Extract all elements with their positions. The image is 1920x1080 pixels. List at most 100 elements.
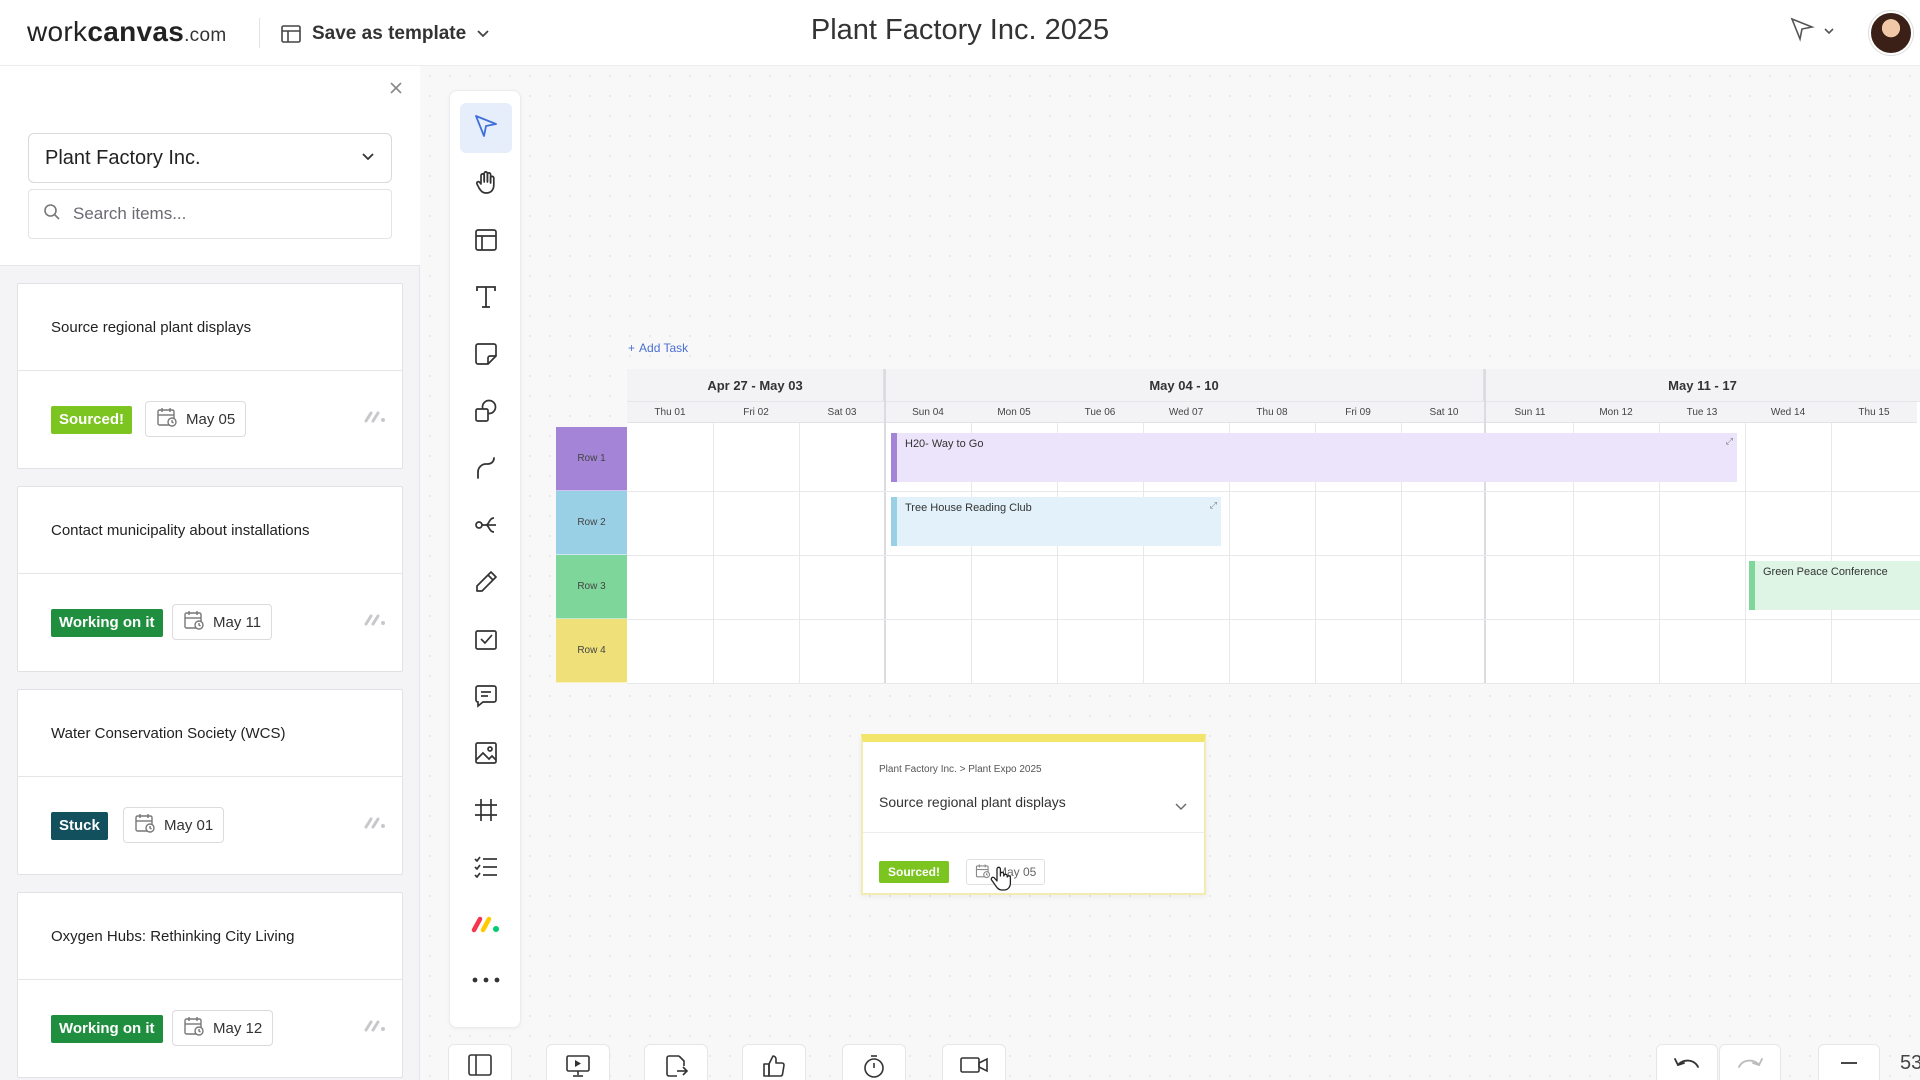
save-as-template-label: Save as template bbox=[312, 23, 467, 44]
image-tool[interactable] bbox=[460, 730, 512, 780]
sticky-note-tool[interactable] bbox=[460, 331, 512, 381]
chevron-down-icon[interactable] bbox=[1175, 798, 1187, 816]
task-name: Green Peace Conference bbox=[1763, 566, 1888, 578]
zoom-level[interactable]: 53 bbox=[1900, 1052, 1920, 1075]
items-panel: Plant Factory Inc. Source regional plant… bbox=[0, 66, 420, 1080]
share-button[interactable] bbox=[1789, 16, 1835, 47]
day-header: Thu 15 bbox=[1831, 402, 1917, 423]
status-badge[interactable]: Sourced! bbox=[879, 861, 950, 883]
shapes-tool[interactable] bbox=[460, 388, 512, 438]
present-button[interactable] bbox=[546, 1044, 610, 1080]
monday-integration-tool[interactable] bbox=[460, 901, 512, 951]
redo-button[interactable] bbox=[1719, 1044, 1781, 1080]
monday-logo-icon bbox=[363, 410, 387, 429]
date-chip[interactable]: May 01 bbox=[123, 807, 225, 843]
export-button[interactable] bbox=[644, 1044, 708, 1080]
task-name: Tree House Reading Club bbox=[905, 502, 1032, 514]
task-bar[interactable]: Green Peace Conference bbox=[1749, 561, 1920, 610]
items-panel-header: Plant Factory Inc. bbox=[0, 66, 420, 266]
row-label[interactable]: Row 4 bbox=[556, 619, 627, 683]
document-title[interactable]: Plant Factory Inc. 2025 bbox=[811, 14, 1109, 46]
list-tool[interactable] bbox=[460, 844, 512, 894]
presentation-icon bbox=[565, 1053, 591, 1080]
connector-tool[interactable] bbox=[460, 445, 512, 495]
workcanvas-logo[interactable]: workcanvas.com bbox=[27, 16, 226, 48]
row-label[interactable]: Row 1 bbox=[556, 427, 627, 491]
list-icon bbox=[472, 853, 500, 886]
timeline-widget[interactable]: Row 1 Row 2 Row 3 Row 4 Apr 27 - May 03 … bbox=[556, 369, 1920, 684]
more-tools-button[interactable] bbox=[460, 955, 512, 1005]
logo-suffix: .com bbox=[184, 25, 227, 46]
card-divider bbox=[863, 832, 1204, 833]
card-divider bbox=[18, 776, 402, 777]
hand-tool[interactable] bbox=[460, 160, 512, 210]
date-chip[interactable]: May 12 bbox=[172, 1010, 274, 1046]
tool-bar bbox=[449, 90, 521, 1028]
week-header: May 04 - 10 bbox=[885, 369, 1485, 402]
status-badge[interactable]: Working on it bbox=[51, 609, 163, 637]
checkbox-tool[interactable] bbox=[460, 616, 512, 666]
chevron-down-icon bbox=[1823, 23, 1835, 41]
pointer-tool[interactable] bbox=[460, 103, 512, 153]
save-as-template-button[interactable]: Save as template bbox=[280, 18, 490, 50]
vote-button[interactable] bbox=[742, 1044, 806, 1080]
week-header: May 11 - 17 bbox=[1485, 369, 1920, 402]
video-call-button[interactable] bbox=[942, 1044, 1006, 1080]
export-file-icon bbox=[663, 1053, 689, 1080]
comment-tool[interactable] bbox=[460, 673, 512, 723]
redo-icon bbox=[1735, 1053, 1765, 1078]
timer-button[interactable] bbox=[842, 1044, 906, 1080]
status-badge[interactable]: Sourced! bbox=[51, 406, 133, 434]
calendar-icon bbox=[156, 406, 178, 432]
send-icon bbox=[1789, 16, 1815, 47]
week-divider bbox=[884, 369, 886, 684]
image-icon bbox=[472, 739, 500, 772]
item-title: Contact municipality about installations bbox=[51, 522, 310, 539]
board-select[interactable]: Plant Factory Inc. bbox=[28, 133, 392, 183]
item-title[interactable]: Source regional plant displays bbox=[879, 794, 1066, 810]
pencil-tool[interactable] bbox=[460, 559, 512, 609]
layout-icon bbox=[472, 226, 500, 259]
pointer-icon bbox=[472, 112, 500, 145]
item-title: Oxygen Hubs: Rethinking City Living bbox=[51, 928, 295, 945]
top-bar: workcanvas.com Save as template Plant Fa… bbox=[0, 0, 1920, 66]
mind-map-icon bbox=[472, 511, 500, 544]
frame-tool[interactable] bbox=[460, 787, 512, 837]
item-card[interactable]: Water Conservation Society (WCS) Stuck M… bbox=[17, 689, 403, 875]
task-bar[interactable]: H20- Way to Go ⤢ bbox=[891, 433, 1737, 482]
item-card[interactable]: Oxygen Hubs: Rethinking City Living Work… bbox=[17, 892, 403, 1078]
row-label[interactable]: Row 3 bbox=[556, 555, 627, 619]
chevron-down-icon bbox=[476, 29, 490, 39]
item-card[interactable]: Source regional plant displays Sourced! … bbox=[17, 283, 403, 469]
undo-button[interactable] bbox=[1656, 1044, 1718, 1080]
card-divider bbox=[18, 370, 402, 371]
grid-line bbox=[627, 555, 1920, 556]
timer-icon bbox=[861, 1053, 887, 1080]
day-header: Sun 04 bbox=[885, 402, 971, 423]
expand-icon[interactable]: ⤢ bbox=[1210, 500, 1217, 511]
task-bar[interactable]: Tree House Reading Club ⤢ bbox=[891, 497, 1221, 546]
item-card[interactable]: Contact municipality about installations… bbox=[17, 486, 403, 672]
status-badge[interactable]: Working on it bbox=[51, 1015, 163, 1043]
undo-icon bbox=[1672, 1053, 1702, 1078]
search-input[interactable] bbox=[73, 204, 373, 224]
row-label[interactable]: Row 2 bbox=[556, 491, 627, 555]
day-header: Thu 01 bbox=[627, 402, 713, 423]
date-chip[interactable]: May 05 bbox=[145, 401, 247, 437]
item-card-widget[interactable]: Plant Factory Inc. > Plant Expo 2025 Sou… bbox=[861, 734, 1206, 895]
item-title: Water Conservation Society (WCS) bbox=[51, 725, 286, 742]
expand-icon[interactable]: ⤢ bbox=[1726, 436, 1733, 447]
status-badge[interactable]: Stuck bbox=[51, 812, 108, 840]
thumbs-up-icon bbox=[761, 1053, 787, 1080]
date-chip[interactable]: May 11 bbox=[172, 604, 273, 640]
text-tool[interactable] bbox=[460, 274, 512, 324]
date-value: May 05 bbox=[186, 410, 236, 428]
close-icon[interactable] bbox=[386, 78, 406, 98]
user-avatar[interactable] bbox=[1869, 11, 1913, 55]
mind-map-tool[interactable] bbox=[460, 502, 512, 552]
add-task-button[interactable]: + Add Task bbox=[628, 341, 688, 355]
zoom-out-button[interactable] bbox=[1818, 1044, 1880, 1080]
layout-tool[interactable] bbox=[460, 217, 512, 267]
toggle-panel-button[interactable] bbox=[448, 1044, 512, 1080]
calendar-icon bbox=[183, 609, 205, 635]
